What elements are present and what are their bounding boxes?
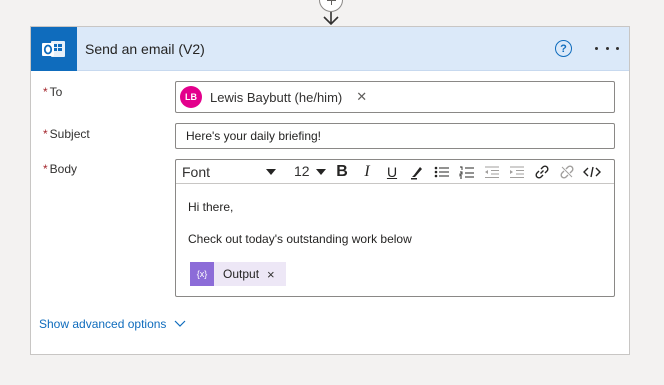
remove-token-icon[interactable]: × [267,267,275,282]
card-header[interactable]: Send an email (V2) ? [31,26,629,71]
font-dropdown[interactable]: Font [182,163,282,181]
add-step-plus-icon[interactable] [319,0,343,12]
action-card: Send an email (V2) ? * To LB Lewis Baybut… [30,26,630,355]
italic-button[interactable]: I [357,163,377,181]
editor-toolbar: Font 12 B I U [176,160,614,184]
bulleted-list-icon[interactable] [432,163,452,181]
highlight-pen-icon[interactable] [407,163,427,181]
recipient-token: LB Lewis Baybutt (he/him) ✕ [180,85,367,109]
chevron-down-icon [175,320,186,327]
advanced-options-label: Show advanced options [39,317,167,331]
chevron-down-icon [266,169,276,175]
font-size-dropdown[interactable]: 12 [294,163,328,181]
increase-indent-icon[interactable] [507,163,527,181]
to-label: * To [43,85,63,99]
link-icon[interactable] [532,163,552,181]
underline-button[interactable]: U [382,163,402,181]
numbered-list-icon[interactable] [457,163,477,181]
arrow-down-icon [323,12,339,26]
remove-recipient-icon[interactable]: ✕ [356,89,367,105]
help-icon[interactable]: ? [555,40,572,57]
step-connector [318,0,344,26]
body-line-greeting: Hi there, [188,200,234,214]
avatar: LB [180,86,202,108]
dynamic-content-token[interactable]: {x} Output × [190,262,286,286]
show-advanced-options-link[interactable]: Show advanced options [39,317,186,331]
font-select-label: Font [182,164,211,180]
unlink-icon[interactable] [557,163,577,181]
outlook-icon [31,26,77,71]
subject-label: * Subject [43,127,90,141]
more-options-icon[interactable] [595,41,619,55]
to-field[interactable]: LB Lewis Baybutt (he/him) ✕ [175,81,615,113]
dynamic-token-label: Output [223,267,260,281]
bold-button[interactable]: B [332,163,352,181]
font-size-label: 12 [294,163,310,179]
subject-input[interactable]: Here's your daily briefing! [175,123,615,149]
body-label: * Body [43,162,78,176]
card-title: Send an email (V2) [85,40,205,57]
chevron-down-icon [316,169,326,175]
recipient-name: Lewis Baybutt (he/him) [210,89,343,105]
body-editor[interactable]: Font 12 B I U Hi there, Check out today'… [175,159,615,297]
body-line-message: Check out today's outstanding work below [188,232,412,246]
code-view-icon[interactable] [582,163,602,181]
variable-icon: {x} [190,262,214,286]
decrease-indent-icon[interactable] [482,163,502,181]
